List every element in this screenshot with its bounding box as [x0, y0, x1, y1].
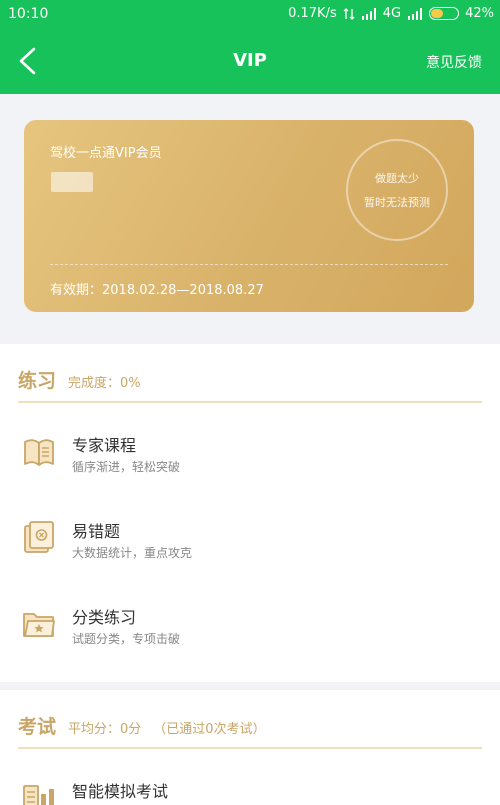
item-desc: 大数据统计，重点攻克	[72, 546, 193, 560]
item-title: 智能模拟考试	[72, 782, 169, 801]
username-blurred	[51, 172, 93, 192]
vip-card-title: 驾校一点通VIP会员	[50, 146, 162, 161]
page-title: VIP	[233, 50, 267, 71]
vip-card[interactable]: 驾校一点通VIP会员 做题太少 暂时无法预测 有效期：2018.02.28—20…	[24, 120, 474, 312]
list-item-expert-course[interactable]: 专家课程 循序渐进，轻松突破	[0, 430, 500, 490]
item-desc: 试题分类，专项击破	[72, 632, 181, 646]
practice-header: 练习 完成度：0%	[18, 366, 141, 393]
item-desc: 循序渐进，轻松突破	[72, 460, 181, 474]
exam-title: 考试	[18, 716, 57, 738]
practice-progress: 完成度：0%	[68, 376, 141, 391]
vip-card-divider	[50, 264, 448, 265]
practice-title: 练习	[18, 370, 57, 392]
battery-icon	[429, 7, 460, 20]
data-arrows-icon	[343, 7, 355, 20]
list-item-category-practice[interactable]: 分类练习 试题分类，专项击破	[0, 602, 500, 662]
book-icon	[24, 439, 54, 466]
vip-validity: 有效期：2018.02.28—2018.08.27	[50, 283, 264, 298]
signal-icon	[361, 7, 376, 20]
nav-bar: VIP 意见反馈	[0, 28, 500, 94]
list-item-mock-exam[interactable]: 智能模拟考试	[0, 776, 500, 805]
network-type: 4G	[382, 6, 402, 21]
exam-section: 考试 平均分：0分 （已通过0次考试） 智能模拟考试	[0, 690, 500, 805]
exam-passed-count: （已通过0次考试）	[153, 722, 266, 737]
list-item-error-questions[interactable]: 易错题 大数据统计，重点攻克	[0, 516, 500, 576]
folder-icon	[23, 613, 55, 637]
exam-average: 平均分：0分	[68, 722, 142, 737]
practice-section: 练习 完成度：0% 专家课程 循序渐进，轻松突破 易错题 大数据统计，重点攻克 …	[0, 344, 500, 682]
status-indicators: 0.17K/s 4G 42%	[288, 6, 494, 21]
vip-card-section: 驾校一点通VIP会员 做题太少 暂时无法预测 有效期：2018.02.28—20…	[0, 94, 500, 336]
status-time: 10:10	[8, 6, 49, 22]
prediction-line1: 做题太少	[375, 172, 419, 185]
item-title: 易错题	[72, 522, 121, 541]
exam-header: 考试 平均分：0分 （已通过0次考试）	[18, 712, 266, 739]
item-title: 专家课程	[72, 436, 137, 455]
signal-icon	[408, 7, 423, 20]
section-divider	[18, 747, 482, 749]
exam-bars-icon	[23, 785, 54, 805]
prediction-ring: 做题太少 暂时无法预测	[346, 139, 448, 241]
section-divider	[18, 401, 482, 403]
prediction-line2: 暂时无法预测	[364, 196, 430, 209]
status-bar: 10:10 0.17K/s 4G 42%	[0, 0, 500, 28]
feedback-button[interactable]: 意见反馈	[426, 52, 482, 72]
error-card-icon	[24, 521, 54, 553]
item-title: 分类练习	[72, 608, 137, 627]
battery-level: 42%	[465, 6, 494, 21]
network-speed: 0.17K/s	[288, 6, 337, 21]
